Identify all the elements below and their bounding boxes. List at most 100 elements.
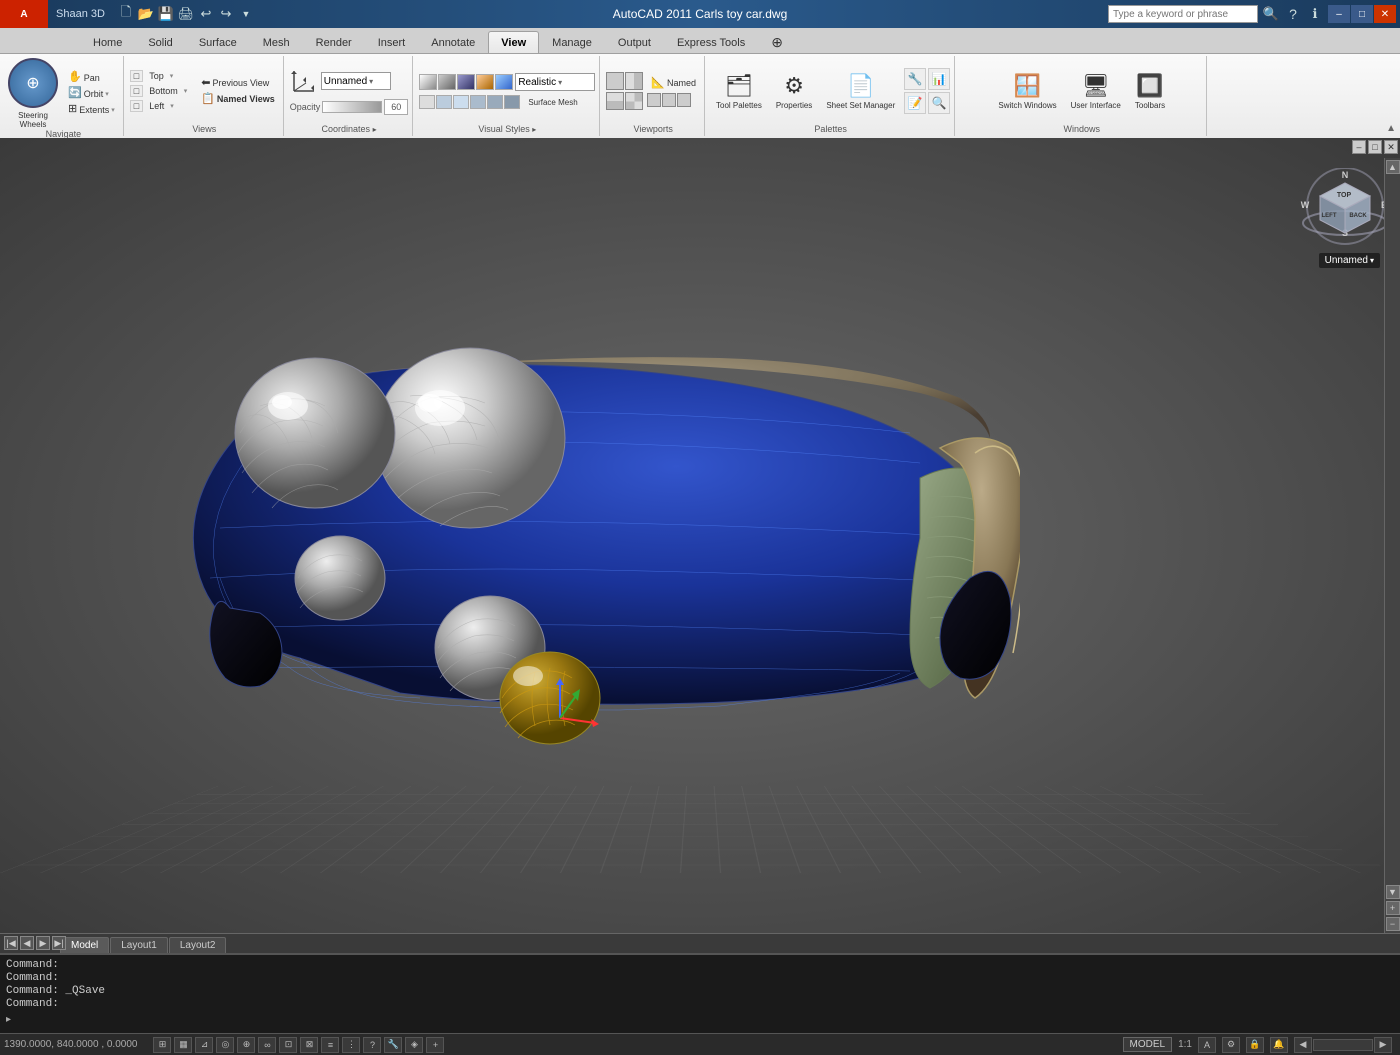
tab-solid[interactable]: Solid [135, 31, 185, 53]
ribbon-collapse-btn[interactable]: ▲ [1386, 56, 1396, 136]
tab-view[interactable]: View [488, 31, 539, 53]
scroll-left-btn[interactable]: ◀ [1294, 1037, 1312, 1053]
ducs-btn[interactable]: ⊡ [279, 1037, 297, 1053]
tab-home[interactable]: Home [80, 31, 135, 53]
vp-btn-3[interactable] [677, 93, 691, 107]
previous-view-btn[interactable]: ⬅ Previous View [197, 76, 279, 91]
user-interface-btn[interactable]: 🖥 User Interface [1066, 63, 1126, 119]
top-view-btn[interactable]: Top [145, 69, 168, 83]
left-view-btn[interactable]: Left [145, 99, 168, 113]
tab-manage[interactable]: Manage [539, 31, 605, 53]
tab-layout2[interactable]: Layout2 [169, 937, 227, 953]
tool-palettes-btn[interactable]: 🗂 Tool Palettes [711, 63, 767, 119]
pan-btn[interactable]: ✋Pan [64, 70, 119, 85]
vs-2d-wireframe[interactable] [419, 74, 437, 90]
tab-mesh[interactable]: Mesh [250, 31, 303, 53]
grid-btn[interactable]: ▦ [174, 1037, 192, 1053]
viewport-four[interactable] [625, 92, 643, 110]
named-viewports-btn[interactable]: 📐Named [647, 76, 700, 91]
named-views-btn[interactable]: 📋 Named Views [197, 92, 279, 107]
vp-btn-2[interactable] [662, 93, 676, 107]
tab-express[interactable]: Express Tools [664, 31, 758, 53]
right-scrollbar[interactable]: ▲ ▼ + − [1384, 158, 1400, 933]
dyn-btn[interactable]: ⊠ [300, 1037, 318, 1053]
otrack-btn[interactable]: ∞ [258, 1037, 276, 1053]
surface-mesh-btn[interactable]: Surface Mesh [524, 95, 581, 109]
h-scrollbar-track[interactable] [1313, 1039, 1373, 1051]
vs-extra-6[interactable] [504, 95, 520, 109]
scroll-up-btn[interactable]: ▲ [1386, 160, 1400, 174]
ortho-btn[interactable]: ⊿ [195, 1037, 213, 1053]
close-btn[interactable]: ✕ [1374, 5, 1396, 23]
nav-cube[interactable]: N S W E TOP BACK LEFT [1300, 168, 1380, 248]
tab-first-btn[interactable]: |◀ [4, 936, 18, 950]
tab-output[interactable]: Output [605, 31, 664, 53]
opacity-slider[interactable] [322, 101, 382, 113]
viewport-two-vert[interactable] [625, 72, 643, 90]
annotation-scale-btn[interactable]: A [1198, 1037, 1216, 1053]
tab-layout1[interactable]: Layout1 [110, 937, 168, 953]
tab-extra[interactable]: ⊕ [758, 31, 796, 53]
palette-btn-5[interactable]: 📊 [928, 68, 950, 90]
vs-wireframe[interactable] [438, 74, 456, 90]
tab-insert[interactable]: Insert [365, 31, 419, 53]
search-input[interactable] [1108, 5, 1258, 23]
qat-undo[interactable]: ↩ [197, 5, 215, 23]
notification-btn[interactable]: 🔔 [1270, 1037, 1288, 1053]
scroll-right-btn[interactable]: ▶ [1374, 1037, 1392, 1053]
vs-realistic[interactable] [476, 74, 494, 90]
vs-conceptual[interactable] [495, 74, 513, 90]
workspace-btn[interactable]: ⚙ [1222, 1037, 1240, 1053]
vp-minimize-btn[interactable]: – [1352, 140, 1366, 154]
properties-btn[interactable]: ⚙ Properties [771, 63, 817, 119]
qat-redo[interactable]: ↪ [217, 5, 235, 23]
minimize-btn[interactable]: – [1328, 5, 1350, 23]
polar-btn[interactable]: ◎ [216, 1037, 234, 1053]
vp-btn-1[interactable] [647, 93, 661, 107]
qat-print[interactable]: 🖨 [177, 5, 195, 23]
osnap-btn[interactable]: ⊕ [237, 1037, 255, 1053]
qp-btn[interactable]: ? [363, 1037, 381, 1053]
tab-prev-btn[interactable]: ◀ [20, 936, 34, 950]
qat-more[interactable]: ▼ [237, 5, 255, 23]
palette-btn-4[interactable]: 🔧 [904, 68, 926, 90]
vs-extra-5[interactable] [487, 95, 503, 109]
bottom-view-btn[interactable]: Bottom [145, 84, 182, 98]
model-space-badge[interactable]: MODEL [1123, 1037, 1173, 1052]
ucs-combo[interactable]: Unnamed ▾ [321, 72, 391, 90]
toolbars-btn[interactable]: 🔲 Toolbars [1130, 63, 1170, 119]
visual-style-combo[interactable]: Realistic ▾ [515, 73, 595, 91]
viewport-single[interactable] [606, 72, 624, 90]
orbit-btn[interactable]: 🔄Orbit ▾ [64, 86, 119, 101]
sheet-set-btn[interactable]: 📄 Sheet Set Manager [821, 63, 900, 119]
autocad-logo[interactable]: A [0, 0, 48, 28]
vp-close-btn[interactable]: ✕ [1384, 140, 1398, 154]
viewport-two-horiz[interactable] [606, 92, 624, 110]
extents-btn[interactable]: ⊞Extents ▾ [64, 102, 119, 117]
info-btn[interactable]: ℹ [1306, 5, 1324, 23]
sc-btn[interactable]: 🔧 [384, 1037, 402, 1053]
vs-extra-3[interactable] [453, 95, 469, 109]
vs-extra-1[interactable] [419, 95, 435, 109]
maximize-btn[interactable]: □ [1351, 5, 1373, 23]
ws-btn[interactable]: + [426, 1037, 444, 1053]
toolbar-lock-btn[interactable]: 🔒 [1246, 1037, 1264, 1053]
scroll-right-btn[interactable]: + [1386, 901, 1400, 915]
palette-btn-7[interactable]: 🔍 [928, 92, 950, 114]
search-btn[interactable]: 🔍 [1262, 5, 1280, 23]
an-btn[interactable]: ◈ [405, 1037, 423, 1053]
qat-new[interactable]: 🗋 [117, 5, 135, 23]
qat-open[interactable]: 📂 [137, 5, 155, 23]
vs-extra-4[interactable] [470, 95, 486, 109]
tab-surface[interactable]: Surface [186, 31, 250, 53]
lw-btn[interactable]: ≡ [321, 1037, 339, 1053]
command-input[interactable] [11, 1014, 1394, 1026]
scroll-down-btn[interactable]: ▼ [1386, 885, 1400, 899]
switch-windows-btn[interactable]: 🪟 Switch Windows [993, 63, 1061, 119]
palette-btn-6[interactable]: 📝 [904, 92, 926, 114]
scroll-minus-btn[interactable]: − [1386, 917, 1400, 931]
snap-btn[interactable]: ⊞ [153, 1037, 171, 1053]
steering-wheels-btn[interactable]: ⊕ [8, 58, 58, 108]
tab-last-btn[interactable]: ▶| [52, 936, 66, 950]
help-btn[interactable]: ? [1284, 5, 1302, 23]
